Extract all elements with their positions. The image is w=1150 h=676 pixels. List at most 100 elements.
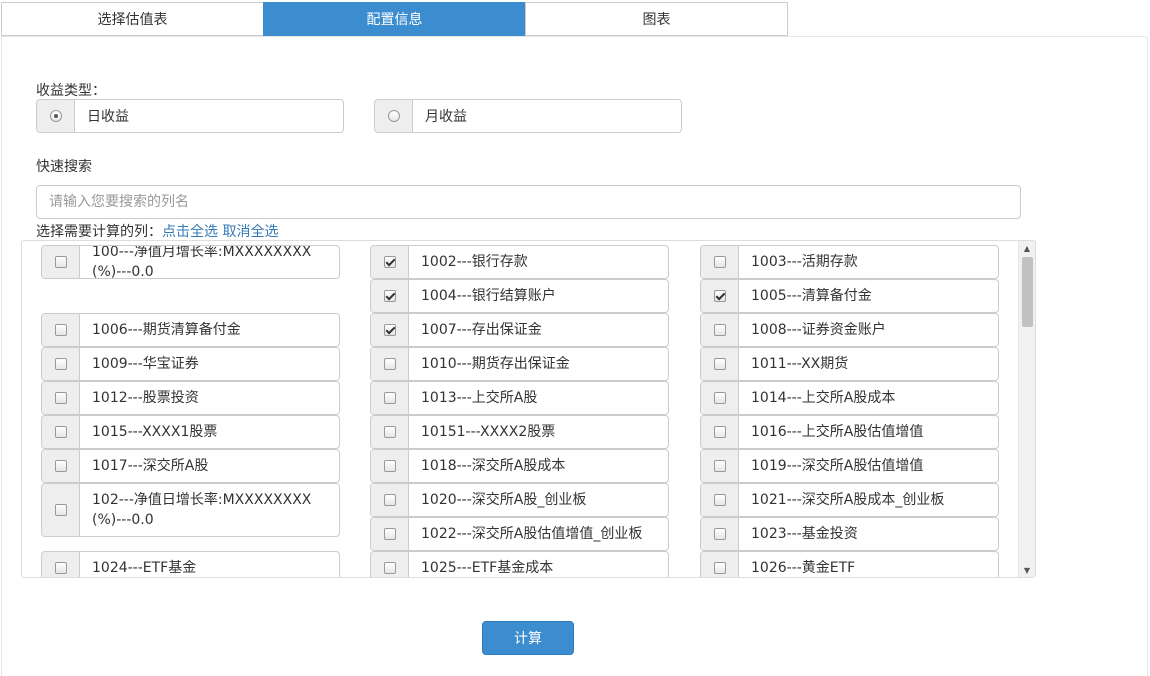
column-checkbox[interactable] xyxy=(713,256,726,268)
select-all-link[interactable]: 点击全选 xyxy=(162,224,218,240)
column-item[interactable]: 1005---清算备付金 xyxy=(700,279,999,313)
column-item[interactable]: 102---净值日增长率:MXXXXXXXX(%)---0.0 xyxy=(41,483,340,537)
column-item[interactable]: 1020---深交所A股_创业板 xyxy=(370,483,669,517)
radio-addon xyxy=(375,100,413,132)
column-item[interactable]: 1011---XX期货 xyxy=(700,347,999,381)
column-checkbox[interactable] xyxy=(713,324,726,336)
column-item-label: 1020---深交所A股_创业板 xyxy=(421,492,587,508)
column-checkbox[interactable] xyxy=(383,494,396,506)
tab-chart[interactable]: 图表 xyxy=(525,2,788,36)
scroll-up-arrow-icon[interactable]: ▲ xyxy=(1019,241,1035,255)
monthly-income-label: 月收益 xyxy=(425,109,467,125)
column-item[interactable]: 1026---黄金ETF xyxy=(700,551,999,577)
checkbox-addon xyxy=(42,314,80,346)
column-checkbox[interactable] xyxy=(713,528,726,540)
column-item-label: 1013---上交所A股 xyxy=(421,390,538,406)
column-checkbox[interactable] xyxy=(54,358,67,370)
column-item[interactable]: 1024---ETF基金 xyxy=(41,551,340,577)
checkbox-addon xyxy=(42,450,80,482)
checkbox-addon xyxy=(371,314,409,346)
column-checkbox[interactable] xyxy=(54,256,67,268)
column-checkbox[interactable] xyxy=(713,392,726,404)
column-item-label: 1017---深交所A股 xyxy=(92,458,209,474)
column-item[interactable]: 1019---深交所A股估值增值 xyxy=(700,449,999,483)
column-item[interactable]: 10151---XXXX2股票 xyxy=(370,415,669,449)
column-item[interactable]: 1010---期货存出保证金 xyxy=(370,347,669,381)
column-item[interactable]: 1018---深交所A股成本 xyxy=(370,449,669,483)
radio-addon xyxy=(37,100,75,132)
column-checkbox[interactable] xyxy=(54,426,67,438)
checkbox-addon xyxy=(42,484,80,536)
checkbox-addon xyxy=(42,552,80,577)
checkbox-addon xyxy=(701,382,739,414)
column-checkbox[interactable] xyxy=(54,324,67,336)
column-checkbox[interactable] xyxy=(54,504,67,516)
select-columns-label: 选择需要计算的列： xyxy=(36,224,162,240)
column-checkbox[interactable] xyxy=(54,460,67,472)
column-item-label: 1025---ETF基金成本 xyxy=(421,560,554,576)
column-item[interactable]: 1012---股票投资 xyxy=(41,381,340,415)
column-item-label: 1003---活期存款 xyxy=(751,254,858,270)
column-item[interactable]: 1015---XXXX1股票 xyxy=(41,415,340,449)
column-checkbox[interactable] xyxy=(713,426,726,438)
column-item[interactable]: 1021---深交所A股成本_创业板 xyxy=(700,483,999,517)
column-list[interactable]: 100---净值月增长率:MXXXXXXXX(%)---0.0 1006---期货… xyxy=(21,240,1036,578)
column-item[interactable]: 1022---深交所A股估值增值_创业板 xyxy=(370,517,669,551)
column-item[interactable]: 1004---银行结算账户 xyxy=(370,279,669,313)
column-checkbox[interactable] xyxy=(713,460,726,472)
column-item-label: 1004---银行结算账户 xyxy=(421,288,556,304)
tab-select-valuation-table[interactable]: 选择估值表 xyxy=(1,2,264,36)
daily-income-radio[interactable] xyxy=(49,110,62,122)
column-checkbox[interactable] xyxy=(383,358,396,370)
column-item-label: 102---净值日增长率:MXXXXXXXX(%)---0.0 xyxy=(92,492,312,528)
scroll-thumb[interactable] xyxy=(1022,257,1033,327)
daily-income-label: 日收益 xyxy=(87,109,129,125)
column-item[interactable]: 1002---银行存款 xyxy=(370,245,669,279)
column-item-label: 1014---上交所A股成本 xyxy=(751,390,896,406)
monthly-income-radio[interactable] xyxy=(387,110,400,122)
checkbox-addon xyxy=(371,348,409,380)
column-checkbox[interactable] xyxy=(713,358,726,370)
column-item[interactable]: 1014---上交所A股成本 xyxy=(700,381,999,415)
checkbox-addon xyxy=(42,382,80,414)
column-item-label: 1011---XX期货 xyxy=(751,356,849,372)
column-checkbox[interactable] xyxy=(713,562,726,574)
checkbox-addon xyxy=(371,450,409,482)
monthly-income-option[interactable]: 月收益 xyxy=(374,99,682,133)
column-checkbox[interactable] xyxy=(54,562,67,574)
column-checkbox[interactable] xyxy=(383,324,396,336)
column-item[interactable]: 1023---基金投资 xyxy=(700,517,999,551)
column-checkbox[interactable] xyxy=(383,392,396,404)
column-checkbox[interactable] xyxy=(383,290,396,302)
checkbox-addon xyxy=(701,348,739,380)
calculate-button[interactable]: 计算 xyxy=(482,621,574,655)
column-item-label: 1009---华宝证券 xyxy=(92,356,199,372)
column-item[interactable]: 1007---存出保证金 xyxy=(370,313,669,347)
column-item[interactable]: 1008---证券资金账户 xyxy=(700,313,999,347)
checkbox-addon xyxy=(701,484,739,516)
column-checkbox[interactable] xyxy=(383,562,396,574)
column-checkbox[interactable] xyxy=(383,460,396,472)
column-checkbox[interactable] xyxy=(54,392,67,404)
column-item[interactable]: 1009---华宝证券 xyxy=(41,347,340,381)
daily-income-option[interactable]: 日收益 xyxy=(36,99,344,133)
column-item[interactable]: 1017---深交所A股 xyxy=(41,449,340,483)
column-item[interactable]: 1025---ETF基金成本 xyxy=(370,551,669,577)
tab-config-info[interactable]: 配置信息 xyxy=(263,2,526,36)
checkbox-addon xyxy=(371,246,409,278)
search-input[interactable] xyxy=(36,185,1021,219)
deselect-all-link[interactable]: 取消全选 xyxy=(222,224,278,240)
scroll-down-arrow-icon[interactable]: ▼ xyxy=(1019,563,1035,577)
column-item[interactable]: 1003---活期存款 xyxy=(700,245,999,279)
column-item[interactable]: 100---净值月增长率:MXXXXXXXX(%)---0.0 xyxy=(41,245,340,279)
column-item[interactable]: 1013---上交所A股 xyxy=(370,381,669,415)
list-scrollbar[interactable]: ▲ ▼ xyxy=(1018,241,1035,577)
quick-search-label: 快速搜索 xyxy=(36,159,92,175)
column-checkbox[interactable] xyxy=(383,426,396,438)
column-item[interactable]: 1006---期货清算备付金 xyxy=(41,313,340,347)
column-item[interactable]: 1016---上交所A股估值增值 xyxy=(700,415,999,449)
column-checkbox[interactable] xyxy=(383,256,396,268)
column-checkbox[interactable] xyxy=(713,290,726,302)
column-checkbox[interactable] xyxy=(383,528,396,540)
column-checkbox[interactable] xyxy=(713,494,726,506)
